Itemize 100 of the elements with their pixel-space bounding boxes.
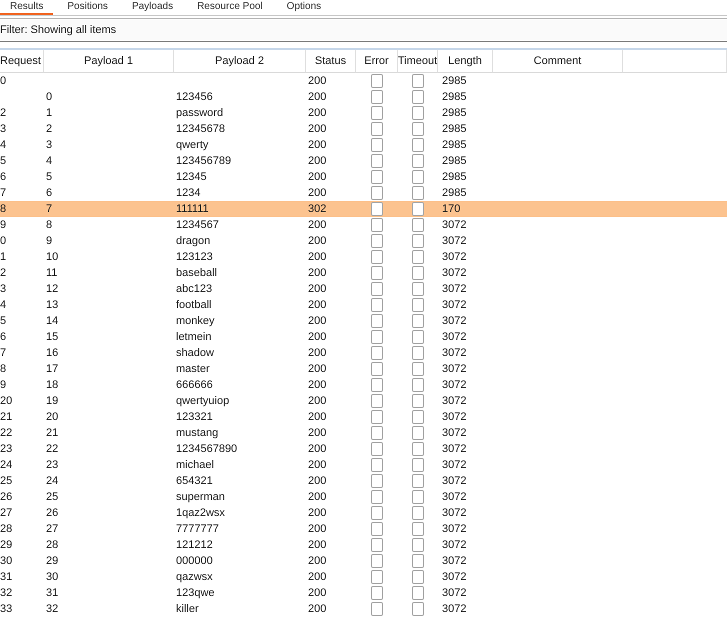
checkbox[interactable] <box>412 570 424 584</box>
checkbox[interactable] <box>412 410 424 424</box>
filter-bar[interactable]: Filter: Showing all items <box>0 18 727 42</box>
checkbox[interactable] <box>371 474 383 488</box>
table-cell-text: 5 <box>0 314 8 329</box>
table-cell-text: baseball <box>175 266 218 281</box>
checkbox[interactable] <box>371 426 383 440</box>
checkbox[interactable] <box>371 586 383 600</box>
table-cell-text: 3072 <box>441 234 468 249</box>
checkbox[interactable] <box>371 458 383 472</box>
checkbox[interactable] <box>371 602 383 616</box>
column-header[interactable]: Request <box>0 50 44 72</box>
checkbox[interactable] <box>412 282 424 296</box>
checkbox[interactable] <box>412 250 424 264</box>
checkbox[interactable] <box>371 138 383 152</box>
checkbox[interactable] <box>412 170 424 184</box>
checkbox[interactable] <box>412 490 424 504</box>
tab[interactable]: Results <box>0 1 54 15</box>
checkbox[interactable] <box>412 506 424 520</box>
table-cell-text: 27 <box>0 506 14 521</box>
checkbox[interactable] <box>371 442 383 456</box>
checkbox[interactable] <box>371 250 383 264</box>
table-cell-text: 200 <box>307 154 328 169</box>
checkbox[interactable] <box>412 458 424 472</box>
checkbox[interactable] <box>371 122 383 136</box>
checkbox[interactable] <box>412 378 424 392</box>
checkbox[interactable] <box>371 346 383 360</box>
tab[interactable]: Positions <box>57 1 118 15</box>
column-header[interactable]: Timeout <box>398 50 438 72</box>
table-cell-text: 3072 <box>441 554 468 569</box>
checkbox[interactable] <box>412 234 424 248</box>
table-cell-text: superman <box>175 490 226 505</box>
checkbox[interactable] <box>371 378 383 392</box>
checkbox[interactable] <box>371 490 383 504</box>
checkbox[interactable] <box>412 314 424 328</box>
checkbox[interactable] <box>412 442 424 456</box>
checkbox[interactable] <box>412 138 424 152</box>
checkbox[interactable] <box>412 202 424 216</box>
checkbox[interactable] <box>371 538 383 552</box>
table-cell-text: 24 <box>0 458 14 473</box>
table-cell-text: 25 <box>45 490 60 505</box>
checkbox[interactable] <box>371 394 383 408</box>
checkbox[interactable] <box>371 282 383 296</box>
checkbox[interactable] <box>412 154 424 168</box>
table-cell-text: 0 <box>0 234 8 249</box>
checkbox[interactable] <box>412 586 424 600</box>
checkbox[interactable] <box>412 266 424 280</box>
checkbox[interactable] <box>412 74 424 88</box>
checkbox[interactable] <box>371 170 383 184</box>
table-cell-text: 123456789 <box>175 154 232 169</box>
checkbox[interactable] <box>412 330 424 344</box>
tab[interactable]: Payloads <box>122 1 184 15</box>
table-cell-text: 3072 <box>441 330 468 345</box>
checkbox[interactable] <box>371 506 383 520</box>
table-cell-text: 200 <box>307 394 328 409</box>
checkbox[interactable] <box>371 74 383 88</box>
checkbox[interactable] <box>371 202 383 216</box>
checkbox[interactable] <box>412 90 424 104</box>
checkbox[interactable] <box>371 90 383 104</box>
table-cell-text: 15 <box>45 330 60 345</box>
table-row[interactable]: 8 7 111111 302 170 <box>0 201 727 217</box>
table-cell-text: 3072 <box>441 538 468 553</box>
checkbox[interactable] <box>371 410 383 424</box>
checkbox[interactable] <box>371 218 383 232</box>
checkbox[interactable] <box>371 362 383 376</box>
checkbox[interactable] <box>371 234 383 248</box>
checkbox[interactable] <box>412 298 424 312</box>
checkbox[interactable] <box>371 522 383 536</box>
checkbox[interactable] <box>371 154 383 168</box>
checkbox[interactable] <box>412 474 424 488</box>
checkbox[interactable] <box>412 106 424 120</box>
checkbox[interactable] <box>371 298 383 312</box>
table-cell-text: 6 <box>0 170 8 185</box>
table-cell-text: 4 <box>45 154 54 169</box>
table-cell-text: 1234567 <box>175 218 220 233</box>
checkbox[interactable] <box>412 346 424 360</box>
checkbox[interactable] <box>371 554 383 568</box>
checkbox[interactable] <box>412 522 424 536</box>
checkbox[interactable] <box>412 426 424 440</box>
checkbox[interactable] <box>371 266 383 280</box>
checkbox[interactable] <box>412 362 424 376</box>
checkbox[interactable] <box>412 122 424 136</box>
checkbox[interactable] <box>412 394 424 408</box>
checkbox[interactable] <box>371 570 383 584</box>
checkbox[interactable] <box>371 106 383 120</box>
checkbox[interactable] <box>412 186 424 200</box>
checkbox[interactable] <box>371 330 383 344</box>
filter-text: Filter: Showing all items <box>0 24 116 36</box>
table-cell-text: 1234567890 <box>175 442 238 457</box>
tab[interactable]: Options <box>276 1 332 15</box>
table-cell-text: 3072 <box>441 442 468 457</box>
checkbox[interactable] <box>412 554 424 568</box>
checkbox[interactable] <box>412 602 424 616</box>
checkbox[interactable] <box>412 218 424 232</box>
checkbox[interactable] <box>371 314 383 328</box>
table-cell-text: 5 <box>0 154 8 169</box>
checkbox[interactable] <box>412 538 424 552</box>
checkbox[interactable] <box>371 186 383 200</box>
tab[interactable]: Resource Pool <box>187 1 273 15</box>
table-cell-text: 200 <box>307 490 328 505</box>
